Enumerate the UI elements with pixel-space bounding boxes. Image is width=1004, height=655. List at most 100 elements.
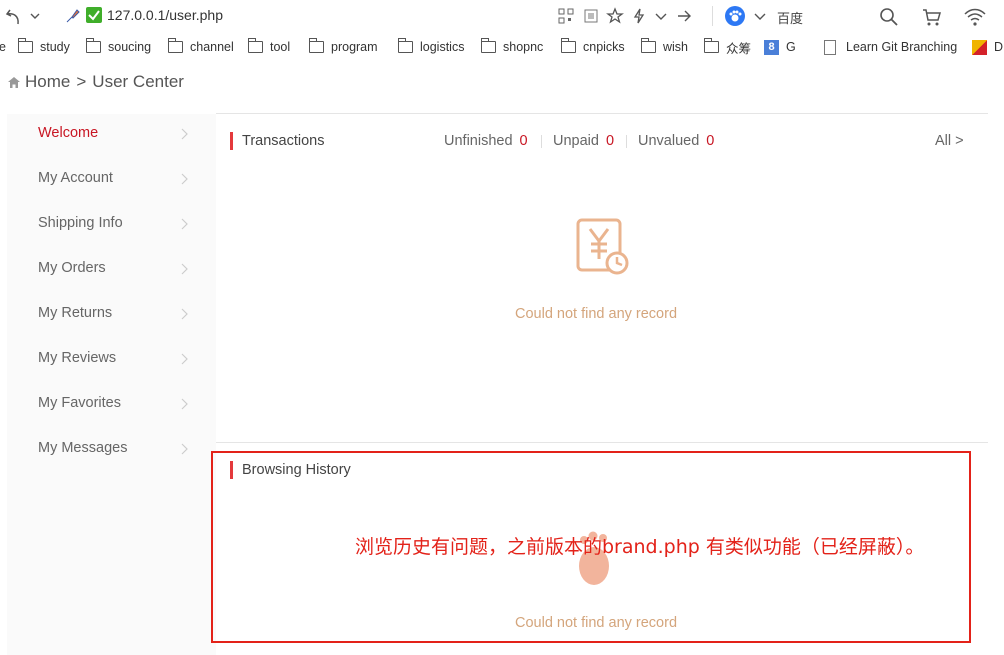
sidebar-item-label: My Messages: [38, 440, 128, 456]
chevron-right-icon: [181, 263, 188, 275]
rocket-icon: [66, 9, 80, 23]
chevron-down-icon[interactable]: [751, 7, 769, 25]
bookmark-item[interactable]: e: [0, 39, 6, 55]
chevron-right-icon: [181, 308, 188, 320]
sidebar-item-welcome[interactable]: Welcome: [38, 125, 208, 145]
section-marker: [230, 132, 233, 150]
bookmark-folder[interactable]: program: [309, 38, 378, 55]
chevron-down-icon[interactable]: [652, 7, 670, 25]
git-icon: [972, 39, 987, 55]
sidebar-item-my-reviews[interactable]: My Reviews: [38, 350, 208, 370]
bookmark-label: shopnc: [503, 40, 544, 54]
cart-icon[interactable]: [922, 7, 942, 27]
baidu-paw-icon[interactable]: [725, 6, 745, 26]
stat-label: Unfinished: [444, 133, 513, 149]
section-divider: [216, 442, 988, 443]
qr-code-icon[interactable]: [557, 7, 575, 25]
sidebar-item-my-returns[interactable]: My Returns: [38, 305, 208, 325]
bookmark-folder[interactable]: 众筹: [704, 38, 752, 56]
back-arrow-icon[interactable]: [4, 6, 24, 26]
search-icon[interactable]: [879, 7, 899, 27]
breadcrumb-home-link[interactable]: Home: [25, 72, 70, 92]
chevron-right-icon: [181, 398, 188, 410]
sidebar-item-my-orders[interactable]: My Orders: [38, 260, 208, 280]
bookmark-label: 众筹: [726, 41, 752, 56]
bookmark-label: channel: [190, 40, 234, 54]
breadcrumb: Home > User Center: [8, 72, 184, 92]
secure-check-icon: [86, 7, 102, 23]
transactions-title: Transactions: [242, 133, 325, 149]
all-transactions-link[interactable]: All >: [935, 133, 964, 149]
screenshot-icon[interactable]: [582, 7, 600, 25]
folder-icon: [398, 38, 413, 53]
bookmark-label: wish: [663, 40, 689, 54]
annotation-note: 浏览历史有问题，之前版本的brand.php 有类似功能（已经屏蔽）。: [355, 536, 925, 558]
chevron-right-icon: [181, 443, 188, 455]
bookmark-folder[interactable]: soucing: [86, 38, 152, 55]
chevron-right-icon: [181, 173, 188, 185]
sidebar-item-label: My Orders: [38, 260, 106, 276]
bookmark-google[interactable]: 8G: [764, 39, 796, 55]
bookmark-label: study: [40, 40, 70, 54]
toolbar-divider: [712, 6, 713, 26]
yuan-bill-icon: [576, 218, 629, 275]
bookmark-folder[interactable]: shopnc: [481, 38, 544, 55]
folder-icon: [704, 38, 719, 53]
folder-icon: [168, 38, 183, 53]
sidebar-item-my-favorites[interactable]: My Favorites: [38, 395, 208, 415]
chevron-down-icon[interactable]: [28, 8, 42, 24]
sidebar: Welcome My Account Shipping Info My Orde…: [7, 114, 216, 655]
stat-divider: [541, 135, 542, 148]
bookmark-label: logistics: [420, 40, 465, 54]
folder-icon: [561, 38, 576, 53]
content-divider: [216, 113, 988, 114]
history-title: Browsing History: [242, 462, 351, 478]
stat-divider: [626, 135, 627, 148]
folder-icon: [641, 38, 656, 53]
bookmark-label: cnpicks: [583, 40, 625, 54]
bookmark-folder[interactable]: logistics: [398, 38, 465, 55]
unvalued-filter[interactable]: Unvalued 0: [638, 133, 714, 149]
stat-count: 0: [605, 133, 615, 149]
bookmark-folder[interactable]: wish: [641, 38, 689, 55]
stat-label: Unpaid: [553, 133, 599, 149]
bookmark-d[interactable]: D: [972, 39, 1003, 55]
sidebar-item-label: My Returns: [38, 305, 113, 321]
star-icon[interactable]: [606, 7, 624, 25]
bookmark-label: soucing: [108, 40, 152, 54]
document-icon: [824, 39, 836, 55]
stat-label: Unvalued: [638, 133, 700, 149]
forward-arrow-icon[interactable]: [675, 7, 693, 25]
bookmark-label: tool: [270, 40, 291, 54]
bookmark-learn-git[interactable]: Learn Git Branching: [824, 39, 957, 55]
breadcrumb-current: User Center: [92, 72, 184, 91]
unpaid-filter[interactable]: Unpaid 0: [553, 133, 614, 149]
sidebar-item-label: My Favorites: [38, 395, 121, 411]
section-marker: [230, 461, 233, 479]
lightning-icon[interactable]: [630, 7, 648, 25]
bookmark-folder[interactable]: tool: [248, 38, 291, 55]
bookmark-label: G: [786, 40, 796, 54]
chevron-right-icon: [181, 128, 188, 140]
stat-count: 0: [519, 133, 528, 149]
folder-icon: [248, 38, 263, 53]
unfinished-filter[interactable]: Unfinished 0: [444, 133, 528, 149]
breadcrumb-separator: >: [76, 72, 87, 91]
folder-icon: [18, 38, 33, 53]
folder-icon: [481, 38, 496, 53]
browser-toolbar: 127.0.0.1/user.php 百度: [0, 0, 1004, 34]
sidebar-item-my-account[interactable]: My Account: [38, 170, 208, 190]
chevron-right-icon: [181, 353, 188, 365]
bookmark-label: e: [0, 40, 6, 54]
folder-icon: [86, 38, 101, 53]
folder-icon: [309, 38, 324, 53]
sidebar-item-my-messages[interactable]: My Messages: [38, 440, 208, 460]
bookmark-folder[interactable]: study: [18, 38, 70, 55]
bookmark-folder[interactable]: cnpicks: [561, 38, 625, 55]
wifi-icon[interactable]: [963, 7, 987, 27]
sidebar-item-shipping-info[interactable]: Shipping Info: [38, 215, 208, 235]
search-input[interactable]: 百度: [777, 8, 803, 27]
bookmark-folder[interactable]: channel: [168, 38, 234, 55]
address-bar[interactable]: 127.0.0.1/user.php: [107, 7, 223, 23]
home-icon: [8, 76, 20, 88]
